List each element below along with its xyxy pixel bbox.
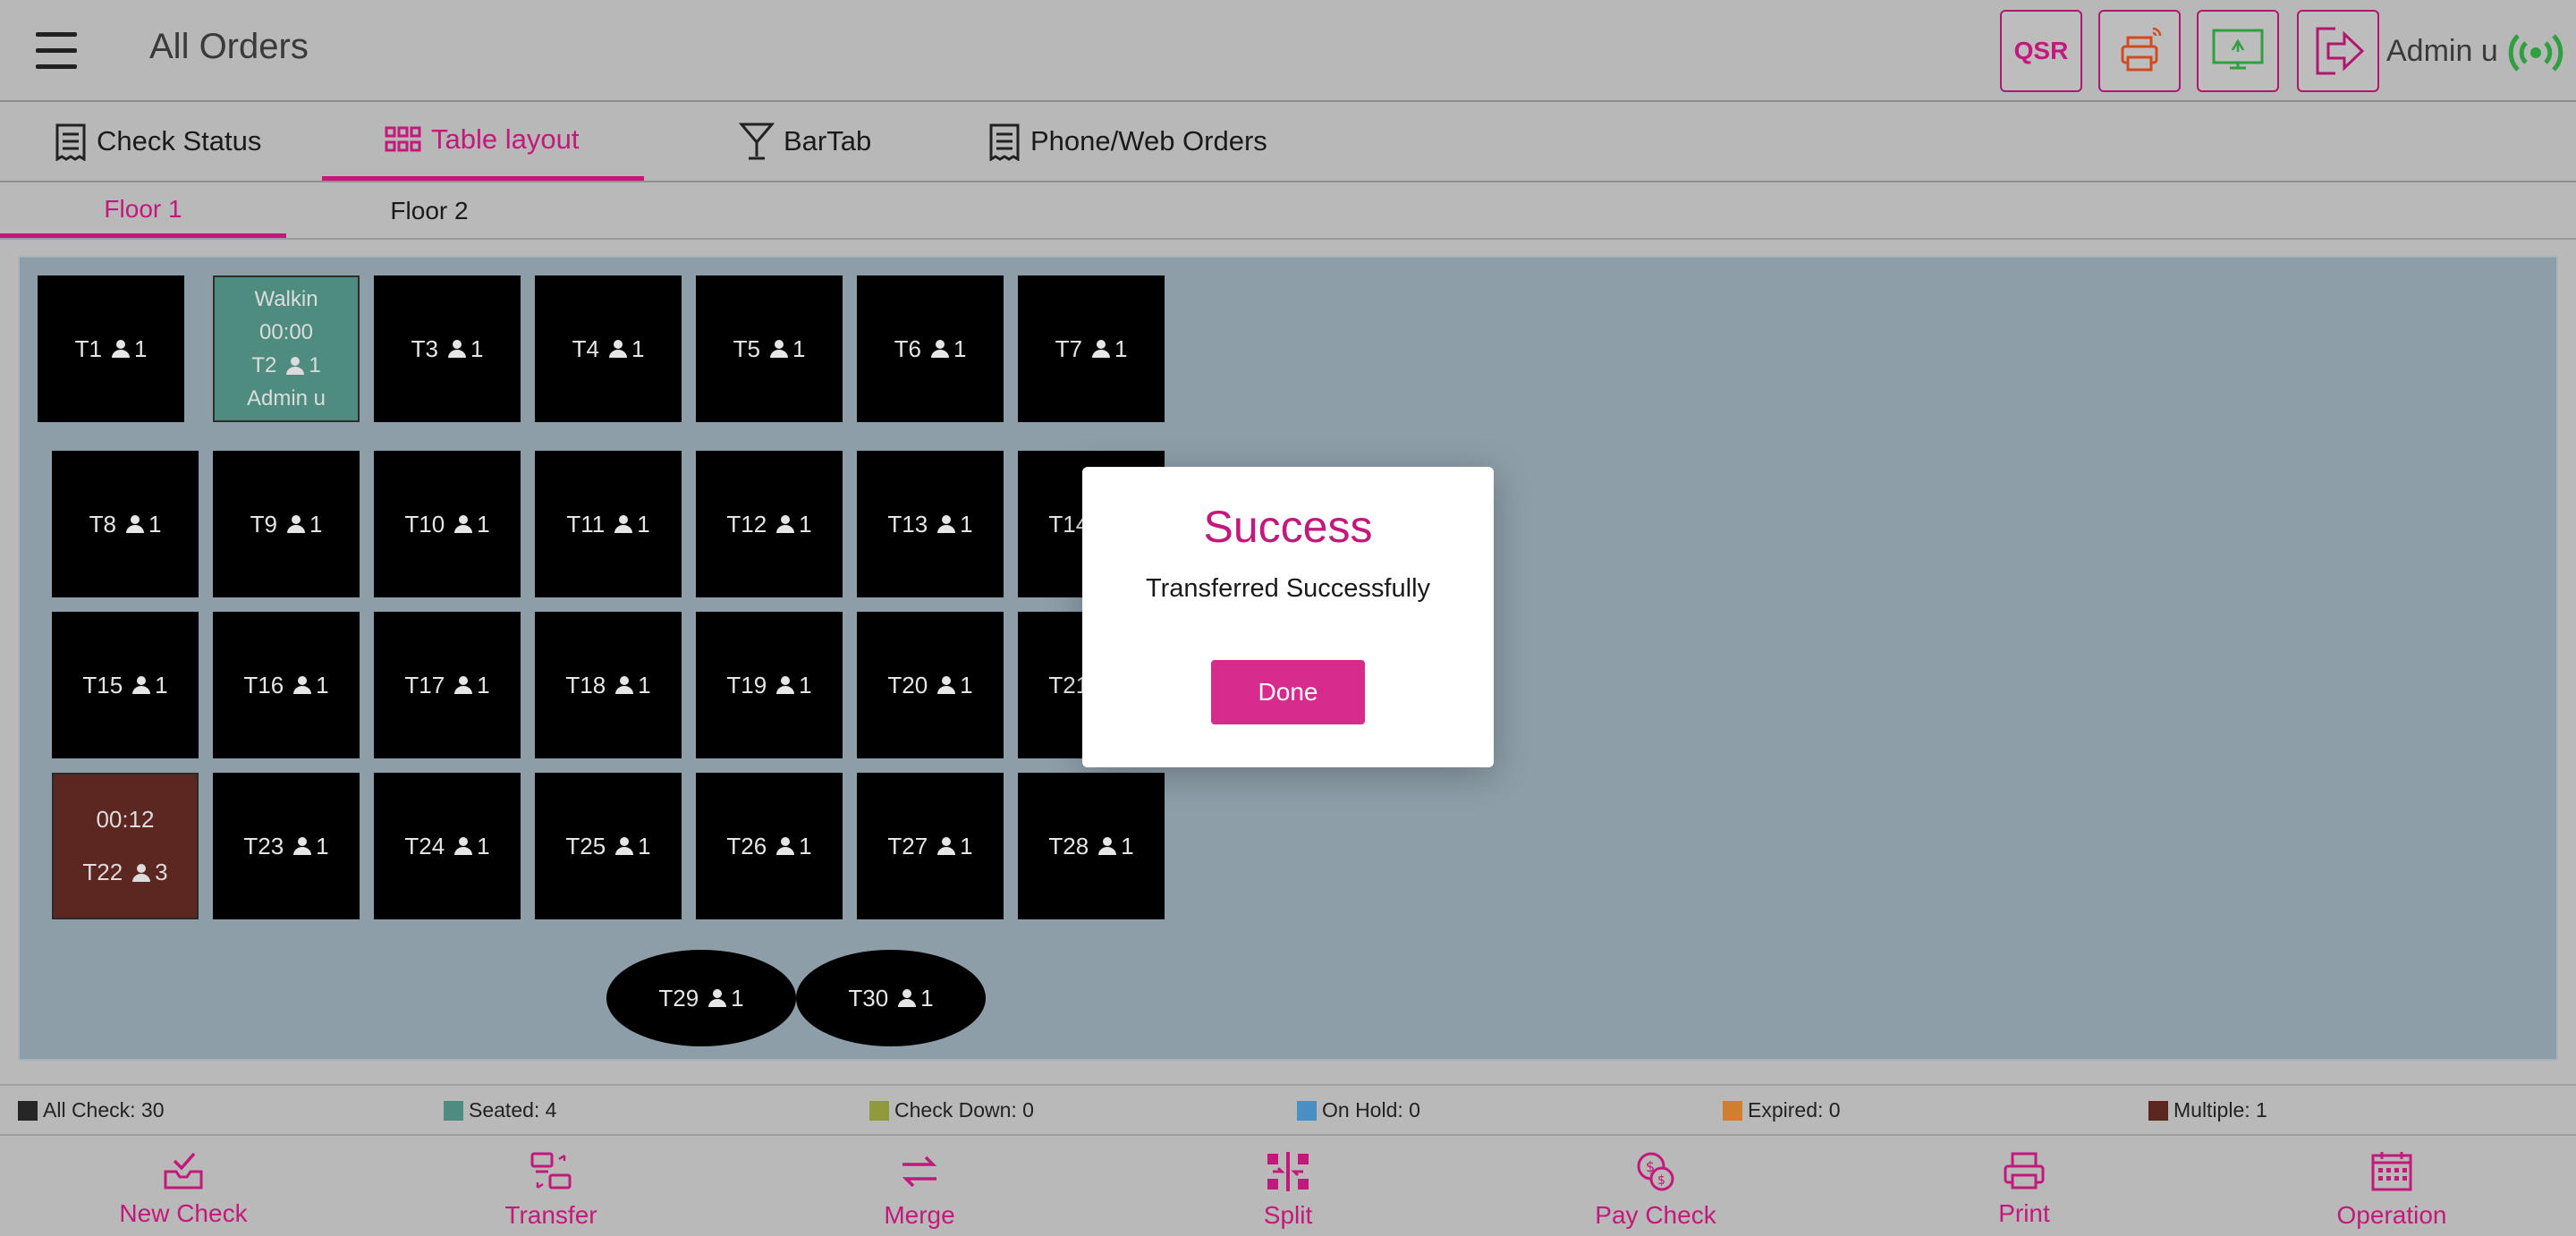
dialog-message: Transferred Successfully bbox=[1145, 574, 1431, 603]
dialog-title: Success bbox=[1203, 502, 1373, 552]
done-button[interactable]: Done bbox=[1211, 660, 1365, 724]
app-root: All Orders QSR Admin u Check Status Tabl… bbox=[0, 0, 2576, 1236]
success-dialog: Success Transferred Successfully Done bbox=[1082, 467, 1494, 767]
modal-overlay: Success Transferred Successfully Done bbox=[0, 0, 2576, 1236]
